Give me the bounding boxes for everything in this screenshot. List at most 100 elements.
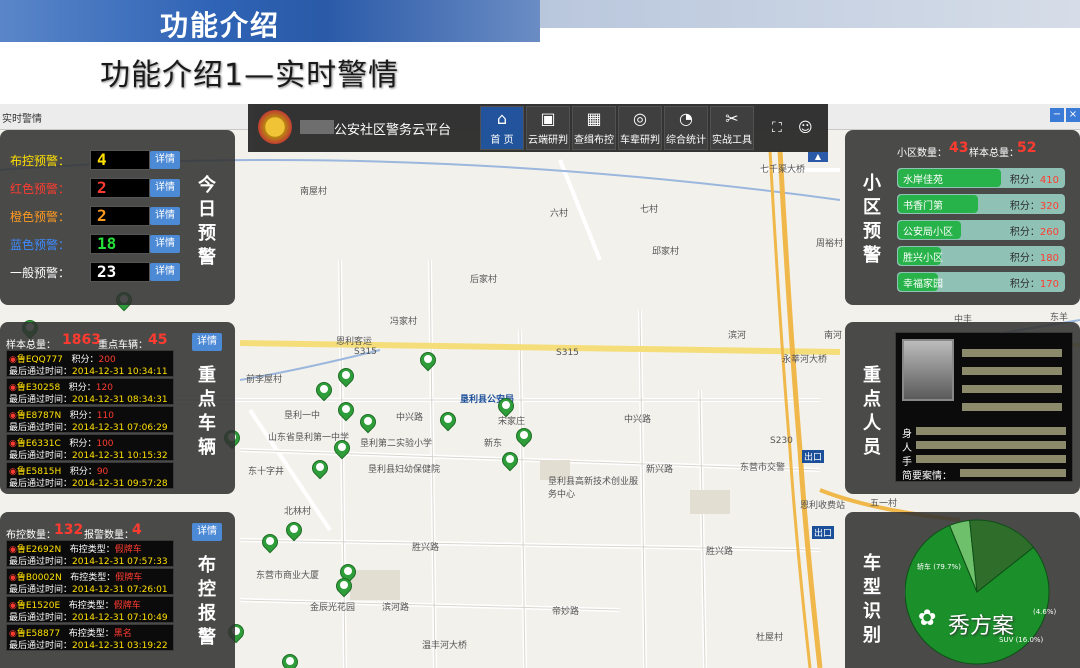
vehicle-label: 重点车辆： (98, 340, 148, 351)
alarm-card[interactable]: ◉鲁E58877 布控类型：黑名 最后通过时间：2014-12-31 03:19… (6, 624, 174, 651)
map-label: 北林村 (284, 507, 312, 517)
warning-label: 红色预警： (10, 182, 71, 196)
map-label: 七千渠大桥 (760, 165, 806, 175)
nav-tab-label: 实战工具 (712, 135, 752, 146)
detail-button[interactable]: 详情 (150, 151, 180, 169)
detail-button[interactable]: 详情 (192, 523, 222, 541)
redacted-region (962, 367, 1062, 375)
redacted-region (962, 385, 1062, 393)
time-label: 最后通过时间： (9, 585, 73, 595)
time-value: 2014-12-31 10:15:32 (72, 451, 168, 461)
alarm-card-line: 最后通过时间：2014-12-31 07:26:01 (9, 582, 168, 595)
map-label: S315 (556, 348, 579, 358)
user-icon[interactable]: ☺ (798, 120, 813, 136)
cube-icon: ▣ (540, 109, 556, 128)
map-alert-pin[interactable] (258, 530, 282, 554)
map-alert-pin[interactable] (356, 410, 380, 434)
nav-tab-vehicle-analysis[interactable]: ◎ 车辈研判 (618, 106, 662, 150)
community-score: 积分：260 (1010, 223, 1059, 238)
nav-tab-cloud-analysis[interactable]: ▣ 云端研判 (526, 106, 570, 150)
minimize-button[interactable]: − (1050, 108, 1064, 122)
detail-button[interactable]: 详情 (192, 333, 222, 351)
map-alert-pin[interactable] (416, 348, 440, 372)
person-field-label: 身 (902, 429, 912, 440)
panel-title: 重点车辆 (198, 365, 216, 458)
vehicle-card-line: 最后通过时间：2014-12-31 10:34:11 (9, 364, 168, 377)
score-label: 积分： (1009, 227, 1040, 238)
map-alert-pin[interactable] (334, 398, 358, 422)
detail-button[interactable]: 详情 (150, 207, 180, 225)
map-alert-pin[interactable] (332, 574, 356, 598)
panel-title: 小区预警 (863, 173, 881, 266)
vehicle-type-pie (905, 519, 1050, 665)
map-alert-pin[interactable] (308, 456, 332, 480)
nav-tab-tools[interactable]: ✂ 实战工具 (710, 106, 754, 150)
map-label: 前李屋村 (246, 375, 283, 385)
map-label: 邱家村 (652, 247, 680, 257)
collapse-icon[interactable]: ▲ (808, 152, 828, 162)
alarm-card[interactable]: ◉鲁E2692N 布控类型：假牌车 最后通过时间：2014-12-31 07:5… (6, 540, 174, 567)
community-row[interactable]: 幸福家园 积分：170 (897, 272, 1065, 292)
map-alert-pin[interactable] (312, 378, 336, 402)
community-row[interactable]: 公安局小区 积分：260 (897, 220, 1065, 240)
time-value: 2014-12-31 07:10:49 (72, 613, 168, 623)
nav-tab-home[interactable]: ⌂ 首 页 (480, 106, 524, 150)
home-icon: ⌂ (496, 109, 508, 128)
community-row[interactable]: 书香门第 积分：320 (897, 194, 1065, 214)
map-label: 五一村 (870, 499, 898, 509)
fullscreen-icon[interactable]: ⛶ (772, 120, 782, 136)
alarm-card[interactable]: ◉鲁E1520E 布控类型：假牌车 最后通过时间：2014-12-31 07:1… (6, 596, 174, 623)
map-label: 金辰光花园 (310, 603, 356, 613)
alarm-card[interactable]: ◉鲁B0002N 布控类型：假牌车 最后通过时间：2014-12-31 07:2… (6, 568, 174, 595)
nav-tab-control[interactable]: ▦ 查缉布控 (572, 106, 616, 150)
time-value: 2014-12-31 09:57:28 (72, 479, 168, 489)
person-field-label: 简要案情： (902, 471, 952, 482)
person-card[interactable]: 身 人 手 简要案情： (895, 332, 1073, 482)
time-label: 最后通过时间： (9, 479, 73, 489)
close-button[interactable]: × (1066, 108, 1080, 122)
vehicle-card[interactable]: ◉鲁E5815H 积分：90 最后通过时间：2014-12-31 09:57:2… (6, 462, 174, 489)
control-count: 132 (54, 522, 84, 538)
warning-label: 蓝色预警： (10, 238, 71, 252)
warning-count: 18 (90, 234, 150, 254)
map-alert-pin[interactable] (512, 424, 536, 448)
vehicle-card[interactable]: ◉鲁EQQ777 积分：200 最后通过时间：2014-12-31 10:34:… (6, 350, 174, 377)
redacted-region (916, 427, 1066, 435)
time-label: 最后通过时间： (9, 557, 73, 567)
map-label: 出口 (802, 450, 825, 463)
map-label: 胜兴路 (706, 547, 734, 557)
vehicle-card[interactable]: ◉鲁E6331C 积分：100 最后通过时间：2014-12-31 10:15:… (6, 434, 174, 461)
map-alert-pin[interactable] (498, 448, 522, 472)
redacted-region (960, 469, 1066, 477)
cube-grid-icon: ▦ (586, 109, 602, 128)
community-row[interactable]: 胜兴小区 积分：180 (897, 246, 1065, 266)
map-label: 恩利客运 (336, 337, 373, 347)
community-row[interactable]: 水岸佳苑 积分：410 (897, 168, 1065, 188)
score-value: 320 (1039, 201, 1059, 212)
map-label: 永莘河大桥 (782, 355, 828, 365)
map-alert-pin[interactable] (282, 518, 306, 542)
map-label: S230 (770, 436, 793, 446)
app-title: 公安社区警务云平台 (334, 123, 452, 138)
map-label: 出口 (812, 526, 835, 539)
app-navbar: 公安社区警务云平台 ⌂ 首 页 ▣ 云端研判 ▦ 查缉布控 ◎ 车辈研判 ◔ 综… (248, 104, 828, 152)
map-alert-pin[interactable] (436, 408, 460, 432)
detail-button[interactable]: 详情 (150, 179, 180, 197)
community-count-label: 小区数量： (897, 148, 947, 159)
vehicle-card[interactable]: ◉鲁E8787N 积分：110 最后通过时间：2014-12-31 07:06:… (6, 406, 174, 433)
slide-header-accent (540, 0, 1080, 28)
time-label: 最后通过时间： (9, 451, 73, 461)
warning-count: 2 (90, 178, 150, 198)
map-alert-pin[interactable] (278, 650, 302, 668)
time-value: 2014-12-31 08:34:31 (72, 395, 168, 405)
map-alert-pin[interactable] (330, 436, 354, 460)
map-label: 垦利第二实验小学 (360, 439, 433, 449)
map-label: S315 (354, 347, 377, 357)
vehicle-card[interactable]: ◉鲁E30258 积分：120 最后通过时间：2014-12-31 08:34:… (6, 378, 174, 405)
nav-tab-statistics[interactable]: ◔ 综合统计 (664, 106, 708, 150)
slide-title: 功能介绍 (160, 9, 281, 42)
map-alert-pin[interactable] (334, 364, 358, 388)
detail-button[interactable]: 详情 (150, 263, 180, 281)
map-alert-pin[interactable] (494, 394, 518, 418)
detail-button[interactable]: 详情 (150, 235, 180, 253)
